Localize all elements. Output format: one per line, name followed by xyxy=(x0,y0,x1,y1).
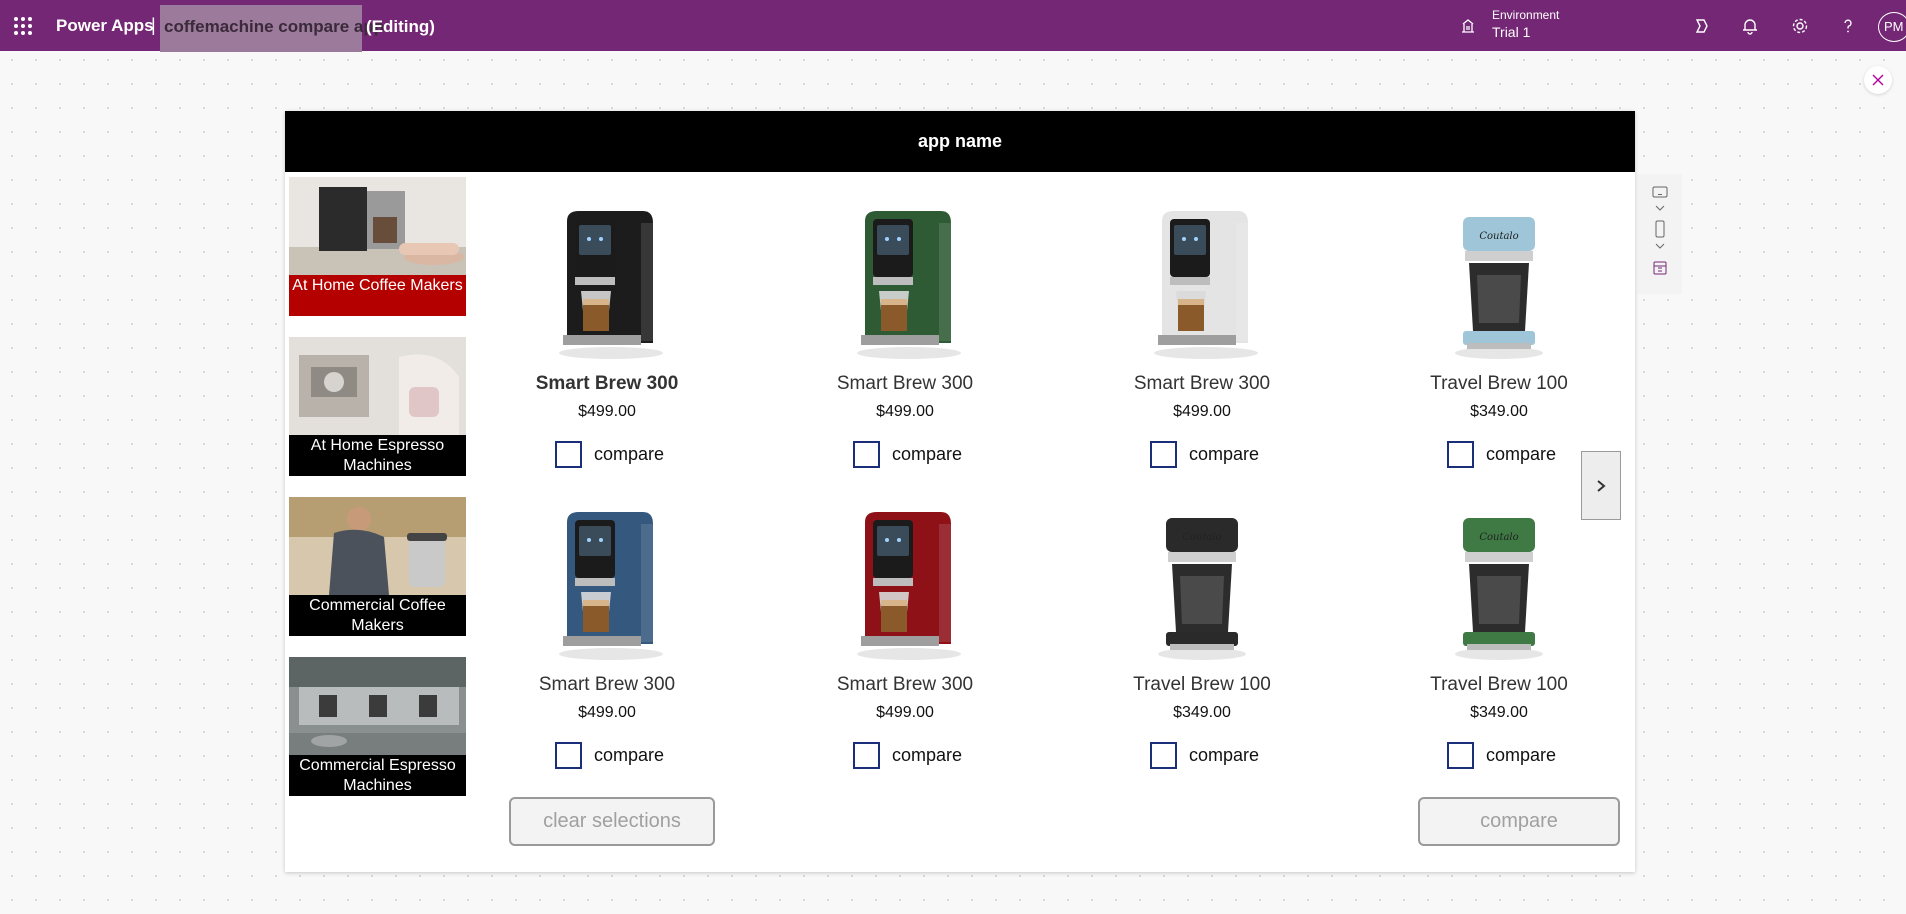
product-price: $499.00 xyxy=(876,403,934,420)
product-image xyxy=(1154,211,1258,359)
close-icon[interactable] xyxy=(1864,66,1892,94)
product-name: Smart Brew 300 xyxy=(836,373,974,394)
compare-checkbox[interactable] xyxy=(555,742,582,769)
chevron-right-icon xyxy=(1597,479,1606,492)
product-card[interactable]: Coutalo Travel Brew 100 $349.00 compare xyxy=(1379,203,1619,493)
chevron-down-icon[interactable] xyxy=(1654,204,1666,212)
environment-value[interactable]: Trial 1 xyxy=(1492,24,1530,40)
chevron-down-icon[interactable] xyxy=(1654,242,1666,250)
product-card[interactable]: Smart Brew 300 $499.00 compare xyxy=(785,504,1025,794)
avatar[interactable]: PM xyxy=(1878,12,1906,42)
canvas-tools-panel xyxy=(1637,174,1682,294)
product-price: $499.00 xyxy=(578,403,636,420)
gallery-next-button[interactable] xyxy=(1581,451,1621,520)
product-card[interactable]: Smart Brew 300 $499.00 compare xyxy=(487,203,727,493)
grid-layout-icon[interactable] xyxy=(1652,260,1668,276)
product-name: Smart Brew 300 xyxy=(836,674,974,695)
product-name: Travel Brew 100 xyxy=(1430,373,1568,394)
copilot-icon[interactable] xyxy=(1692,16,1712,36)
product-image: Coutalo xyxy=(1158,518,1246,660)
product-card[interactable]: Coutalo Travel Brew 100 $349.00 compare xyxy=(1379,504,1619,794)
compare-button[interactable]: compare xyxy=(1418,797,1620,846)
product-card[interactable]: Coutalo Travel Brew 100 $349.00 compare xyxy=(1082,504,1322,794)
product-card[interactable]: Smart Brew 300 $499.00 compare xyxy=(487,504,727,794)
category-label: At Home Espresso Machines xyxy=(289,435,466,476)
top-bar: Power Apps | coffemachine compare app (E… xyxy=(0,0,1906,52)
phone-layout-icon[interactable] xyxy=(1652,220,1668,238)
category-tile-commercial-coffee[interactable]: Commercial Coffee Makers xyxy=(289,497,466,636)
product-price: $499.00 xyxy=(578,704,636,721)
product-name: Smart Brew 300 xyxy=(1133,373,1271,394)
svg-text:Coutalo: Coutalo xyxy=(1182,532,1221,543)
compare-checkbox-label[interactable]: compare xyxy=(594,444,664,465)
compare-checkbox[interactable] xyxy=(1150,742,1177,769)
compare-checkbox-label[interactable]: compare xyxy=(1189,444,1259,465)
gear-icon[interactable] xyxy=(1790,16,1810,36)
category-photo xyxy=(289,497,466,595)
compare-checkbox-label[interactable]: compare xyxy=(1486,745,1556,766)
app-canvas: app name At Home Coffee Makers At Home E… xyxy=(285,111,1635,872)
compare-checkbox[interactable] xyxy=(1447,441,1474,468)
product-name: Smart Brew 300 xyxy=(538,674,676,695)
compare-checkbox-label[interactable]: compare xyxy=(892,444,962,465)
product-name: Travel Brew 100 xyxy=(1133,674,1271,695)
category-photo xyxy=(289,337,466,435)
compare-checkbox-label[interactable]: compare xyxy=(1486,444,1556,465)
category-tile-commercial-espresso[interactable]: Commercial Espresso Machines xyxy=(289,657,466,796)
app-header: app name xyxy=(285,111,1635,172)
category-tile-home-coffee[interactable]: At Home Coffee Makers xyxy=(289,177,466,316)
product-name: Smart Brew 300 xyxy=(535,373,679,394)
product-image xyxy=(857,211,961,359)
product-image xyxy=(559,512,663,660)
product-name: Travel Brew 100 xyxy=(1430,674,1568,695)
compare-checkbox[interactable] xyxy=(1447,742,1474,769)
environment-icon[interactable] xyxy=(1460,18,1476,34)
environment-label: Environment xyxy=(1492,8,1560,22)
compare-checkbox-label[interactable]: compare xyxy=(1189,745,1259,766)
help-icon[interactable] xyxy=(1838,16,1858,36)
compare-checkbox[interactable] xyxy=(853,742,880,769)
compare-checkbox-label[interactable]: compare xyxy=(594,745,664,766)
product-card[interactable]: Smart Brew 300 $499.00 compare xyxy=(1082,203,1322,493)
compare-checkbox[interactable] xyxy=(555,441,582,468)
product-image xyxy=(857,512,961,660)
editing-status: (Editing) xyxy=(366,17,435,36)
brand-name[interactable]: Power Apps xyxy=(56,16,154,36)
category-photo xyxy=(289,657,466,755)
waffle-icon[interactable] xyxy=(14,17,32,35)
category-photo xyxy=(289,177,466,275)
product-price: $499.00 xyxy=(1173,403,1231,420)
product-price: $349.00 xyxy=(1470,704,1528,721)
svg-text:Coutalo: Coutalo xyxy=(1479,532,1518,543)
title-separator: | xyxy=(151,15,156,35)
clear-selections-button[interactable]: clear selections xyxy=(509,797,715,846)
compare-checkbox[interactable] xyxy=(853,441,880,468)
product-image: Coutalo xyxy=(1455,217,1543,359)
category-label: At Home Coffee Makers xyxy=(289,275,466,316)
compare-checkbox[interactable] xyxy=(1150,441,1177,468)
app-name-title[interactable]: coffemachine compare app xyxy=(164,17,384,37)
product-image xyxy=(559,211,663,359)
product-card[interactable]: Smart Brew 300 $499.00 compare xyxy=(785,203,1025,493)
category-label: Commercial Coffee Makers xyxy=(289,595,466,636)
product-price: $349.00 xyxy=(1173,704,1231,721)
svg-text:Coutalo: Coutalo xyxy=(1479,231,1518,242)
category-tile-home-espresso[interactable]: At Home Espresso Machines xyxy=(289,337,466,476)
tablet-layout-icon[interactable] xyxy=(1651,184,1669,200)
compare-checkbox-label[interactable]: compare xyxy=(892,745,962,766)
category-label: Commercial Espresso Machines xyxy=(289,755,466,796)
product-price: $349.00 xyxy=(1470,403,1528,420)
bell-icon[interactable] xyxy=(1740,16,1760,36)
product-image: Coutalo xyxy=(1455,518,1543,660)
product-price: $499.00 xyxy=(876,704,934,721)
